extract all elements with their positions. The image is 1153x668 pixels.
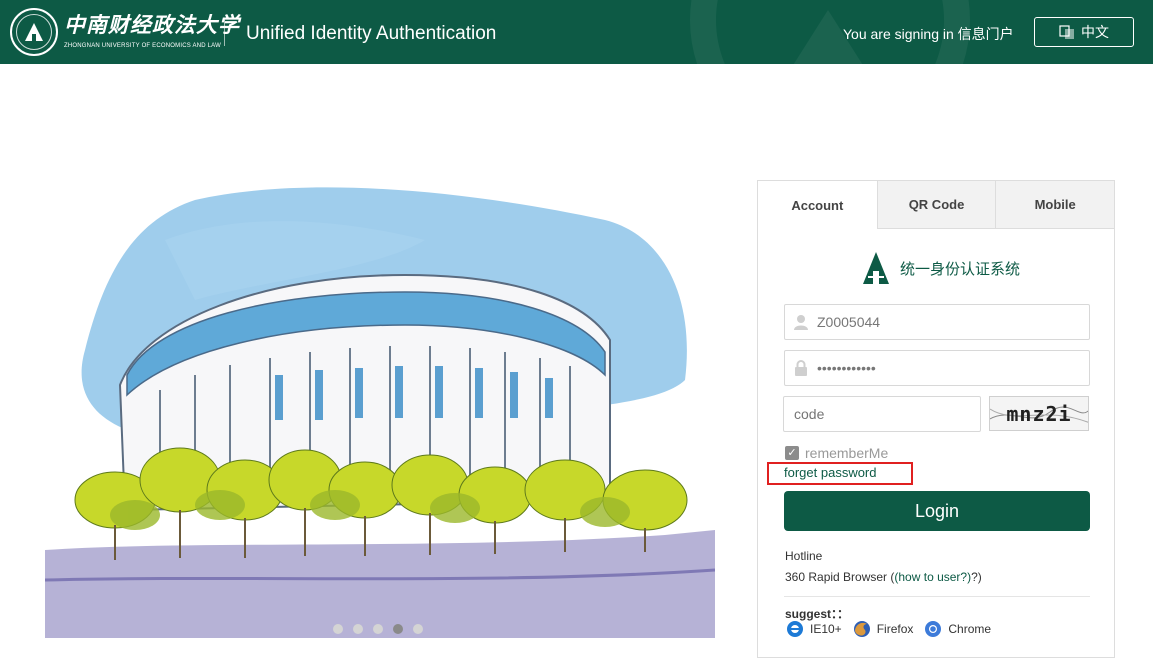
top-header: 中南财经政法大学 ZHONGNAN UNIVERSITY OF ECONOMIC…: [0, 0, 1153, 64]
ie-icon: [787, 621, 803, 637]
captcha-text: mnz2i: [1006, 401, 1072, 426]
password-input[interactable]: [817, 360, 1067, 376]
username-input[interactable]: [817, 314, 1067, 330]
browser-chrome-label: Chrome: [948, 622, 992, 636]
tab-account[interactable]: Account: [758, 181, 877, 229]
carousel-dot-active[interactable]: [393, 624, 403, 634]
hotline-text: Hotline: [785, 549, 823, 563]
university-name-cn: 中南财经政法大学: [64, 12, 240, 37]
signing-in-text: You are signing in 信息门户: [843, 26, 1014, 42]
language-switch-button[interactable]: 中文: [1034, 17, 1134, 47]
browser-firefox-label: Firefox: [876, 622, 914, 636]
carousel-dot[interactable]: [333, 624, 343, 634]
university-seal-logo: [10, 8, 58, 56]
browser-text: 360 Rapid Browser (: [785, 570, 895, 584]
carousel-dot[interactable]: [413, 624, 423, 634]
tab-mobile[interactable]: Mobile: [995, 181, 1115, 229]
browser-text-end: ?): [971, 570, 982, 584]
campus-building-illustration: [45, 187, 715, 638]
system-title-row: 统一身份认证系统: [862, 251, 1020, 285]
browser-list: IE10+ Firefox Chrome: [785, 619, 991, 639]
header-divider: [224, 20, 225, 46]
browser-ie[interactable]: IE10+: [785, 619, 842, 639]
browser-chrome[interactable]: Chrome: [923, 619, 991, 639]
page-title: Unified Identity Authentication: [246, 23, 497, 44]
remember-me-label: rememberMe: [805, 445, 889, 461]
university-name-en: ZHONGNAN UNIVERSITY OF ECONOMICS AND LAW: [64, 43, 222, 49]
remember-me-row[interactable]: ✓ rememberMe: [785, 445, 888, 461]
forget-password-link[interactable]: forget password: [784, 465, 877, 480]
tab-qr-code[interactable]: QR Code: [876, 181, 996, 229]
chrome-icon: [925, 621, 942, 637]
translate-icon: [1059, 25, 1074, 39]
login-panel: Account QR Code Mobile 统一身份认证系统 mnz2i ✓ …: [757, 180, 1115, 658]
university-logo-icon: [863, 252, 889, 284]
captcha-image[interactable]: mnz2i: [989, 396, 1089, 431]
browser-firefox[interactable]: Firefox: [852, 619, 914, 639]
language-label: 中文: [1081, 24, 1109, 40]
carousel-dot[interactable]: [373, 624, 383, 634]
how-to-use-link[interactable]: (how to user?): [894, 570, 971, 584]
user-icon: [785, 314, 817, 330]
remember-me-checkbox[interactable]: ✓: [785, 446, 799, 460]
login-button[interactable]: Login: [784, 491, 1090, 531]
captcha-input[interactable]: [784, 397, 964, 431]
carousel-dot[interactable]: [353, 624, 363, 634]
password-field[interactable]: [784, 350, 1090, 386]
username-field[interactable]: [784, 304, 1090, 340]
system-title: 统一身份认证系统: [900, 260, 1021, 278]
lock-icon: [785, 360, 817, 376]
browser-recommendation: 360 Rapid Browser ((how to user?)?): [785, 570, 982, 584]
divider: [784, 596, 1090, 597]
browser-ie-label: IE10+: [810, 622, 842, 636]
login-tabs: Account QR Code Mobile: [758, 181, 1115, 229]
carousel-indicators: [333, 624, 423, 634]
captcha-field[interactable]: [783, 396, 981, 432]
firefox-icon: [853, 621, 870, 637]
